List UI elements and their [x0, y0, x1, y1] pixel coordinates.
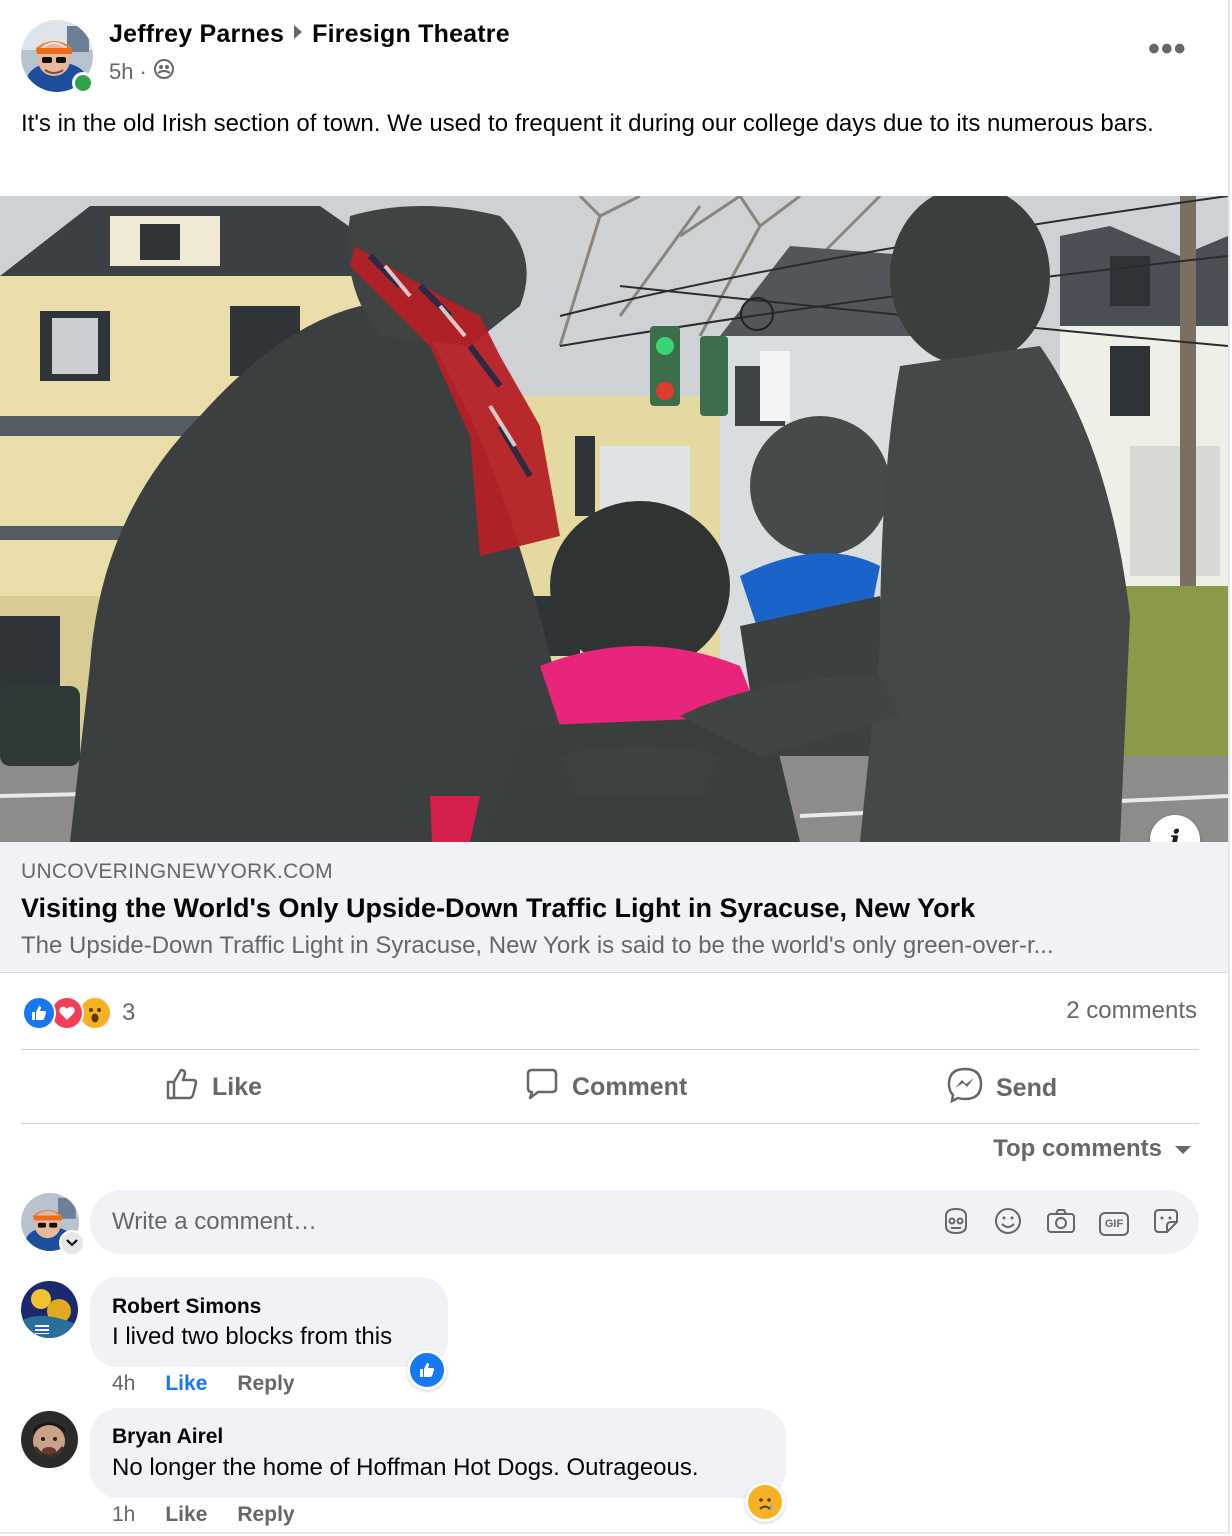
- author-name[interactable]: Jeffrey Parnes: [109, 20, 284, 49]
- comment-reply-button[interactable]: Reply: [237, 1372, 294, 1396]
- thumbs-up-icon: [164, 1066, 200, 1109]
- commenter-name[interactable]: Robert Simons: [112, 1295, 261, 1319]
- chevron-down-icon: [1174, 1135, 1192, 1163]
- commenter-avatar[interactable]: [21, 1411, 78, 1468]
- online-status-dot: [72, 72, 94, 94]
- messenger-icon: [946, 1066, 984, 1111]
- link-description: The Upside-Down Traffic Light in Syracus…: [21, 932, 1054, 959]
- composer-icons: GIF: [941, 1206, 1181, 1241]
- reaction-count[interactable]: 3: [122, 999, 135, 1027]
- comment-bubble: Robert Simons I lived two blocks from th…: [90, 1277, 448, 1367]
- comment-placeholder: Write a comment…: [112, 1208, 317, 1235]
- comment-like-button[interactable]: Like: [165, 1372, 207, 1396]
- link-title[interactable]: Visiting the World's Only Upside-Down Tr…: [21, 893, 975, 924]
- comment-input[interactable]: Write a comment… GIF: [90, 1190, 1199, 1254]
- divider-bottom: [21, 1123, 1199, 1124]
- comment-bubble: Bryan Airel No longer the home of Hoffma…: [90, 1408, 786, 1498]
- avatar-sticker-icon[interactable]: [941, 1206, 971, 1241]
- comment-time[interactable]: 1h: [112, 1503, 135, 1527]
- post-header-names: Jeffrey Parnes Firesign Theatre: [109, 20, 510, 49]
- comment-like-button[interactable]: Like: [165, 1503, 207, 1527]
- post-meta: 5h ·: [109, 58, 175, 86]
- post-time[interactable]: 5h: [109, 59, 133, 85]
- like-reaction-icon: [22, 996, 56, 1030]
- send-label: Send: [996, 1074, 1058, 1102]
- comment-label: Comment: [572, 1073, 688, 1101]
- comment-reply-button[interactable]: Reply: [237, 1503, 294, 1527]
- profile-switch-chevron-icon[interactable]: [59, 1230, 85, 1256]
- comment-text: I lived two blocks from this: [112, 1323, 393, 1350]
- caret-right-icon: [292, 23, 304, 46]
- comment-text: No longer the home of Hoffman Hot Dogs. …: [112, 1454, 699, 1481]
- comment-bubble-icon: [524, 1066, 560, 1109]
- meta-separator: ·: [139, 59, 147, 84]
- comments-count[interactable]: 2 comments: [1066, 997, 1197, 1025]
- link-preview-image[interactable]: [0, 196, 1228, 842]
- like-label: Like: [212, 1073, 263, 1101]
- more-options-button[interactable]: •••: [1148, 30, 1187, 69]
- commenter-name[interactable]: Bryan Airel: [112, 1425, 223, 1449]
- top-comments-dropdown[interactable]: Top comments: [993, 1135, 1192, 1163]
- group-privacy-icon[interactable]: [153, 58, 175, 86]
- comment-time[interactable]: 4h: [112, 1372, 135, 1396]
- commenter-avatar[interactable]: [21, 1281, 78, 1338]
- divider-top: [21, 1049, 1199, 1050]
- comment-actions: 4h Like Reply: [112, 1372, 295, 1396]
- sad-reaction-icon[interactable]: [745, 1482, 785, 1522]
- send-button[interactable]: Send: [946, 1066, 1057, 1111]
- post-card: Jeffrey Parnes Firesign Theatre 5h · •••…: [0, 0, 1230, 1534]
- like-reaction-icon[interactable]: [407, 1350, 447, 1390]
- post-text: It's in the old Irish section of town. W…: [21, 110, 1154, 137]
- camera-icon[interactable]: [1045, 1206, 1077, 1241]
- group-name[interactable]: Firesign Theatre: [312, 20, 510, 49]
- sticker-icon[interactable]: [1151, 1206, 1181, 1241]
- gif-label: GIF: [1104, 1217, 1124, 1230]
- gif-icon[interactable]: GIF: [1099, 1211, 1129, 1236]
- comment-button[interactable]: Comment: [524, 1066, 687, 1109]
- comment-actions: 1h Like Reply: [112, 1503, 295, 1527]
- link-domain: UNCOVERINGNEWYORK.COM: [21, 860, 333, 883]
- emoji-icon[interactable]: [993, 1206, 1023, 1241]
- reaction-summary[interactable]: 3: [22, 996, 135, 1030]
- sort-label: Top comments: [993, 1135, 1162, 1162]
- like-button[interactable]: Like: [164, 1066, 262, 1109]
